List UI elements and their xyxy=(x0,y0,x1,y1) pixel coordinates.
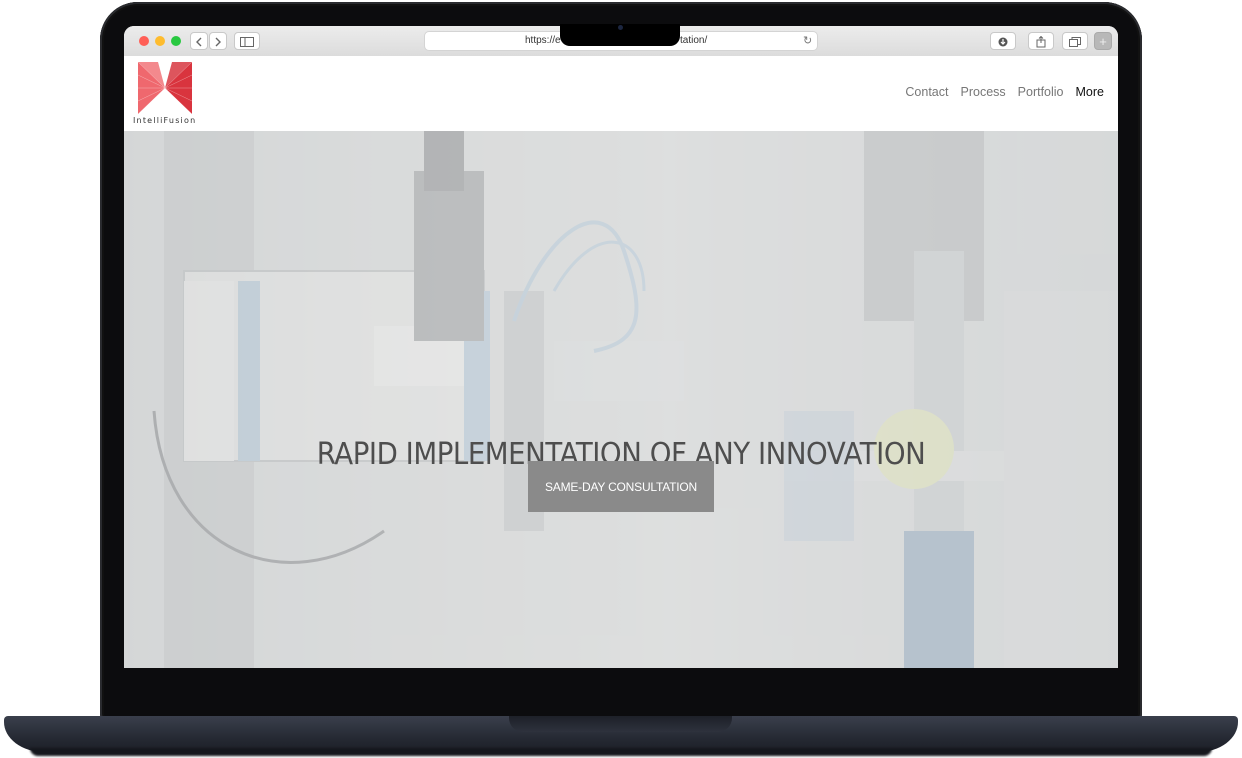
url-text-end: tation/ xyxy=(680,35,708,46)
forward-button[interactable] xyxy=(209,32,227,50)
sidebar-button[interactable] xyxy=(234,32,260,50)
url-text-start: https://e xyxy=(525,35,561,46)
share-icon xyxy=(1036,35,1046,48)
hero-background-image xyxy=(124,131,1118,668)
reload-icon[interactable]: ↻ xyxy=(803,32,812,50)
downloads-button[interactable] xyxy=(990,32,1016,50)
sidebar-icon xyxy=(240,37,254,47)
new-tab-icon: + xyxy=(1099,34,1107,49)
chevron-left-icon xyxy=(196,37,202,47)
tabs-button[interactable] xyxy=(1062,32,1088,50)
nav-link-more[interactable]: More xyxy=(1076,85,1104,99)
intellifusion-logo[interactable] xyxy=(138,62,192,114)
nav-link-contact[interactable]: Contact xyxy=(905,85,948,99)
nav-link-portfolio[interactable]: Portfolio xyxy=(1018,85,1064,99)
tabs-icon xyxy=(1069,37,1081,47)
screen: https://e tation/ ↻ + IntelliFusion Cont… xyxy=(124,26,1118,668)
camera-icon xyxy=(618,25,623,30)
chevron-right-icon xyxy=(215,37,221,47)
close-window-button[interactable] xyxy=(139,36,149,46)
main-nav: Contact Process Portfolio More xyxy=(905,85,1104,99)
zoom-window-button[interactable] xyxy=(171,36,181,46)
same-day-consultation-button[interactable]: SAME-DAY CONSULTATION xyxy=(528,461,714,512)
laptop-base-edge xyxy=(30,748,1212,756)
back-button[interactable] xyxy=(190,32,208,50)
brand-name: IntelliFusion xyxy=(133,116,197,125)
minimize-window-button[interactable] xyxy=(155,36,165,46)
share-button[interactable] xyxy=(1028,32,1054,50)
laptop-opening-notch xyxy=(509,716,732,732)
hero-section: RAPID IMPLEMENTATION OF ANY INNOVATION S… xyxy=(124,131,1118,668)
download-icon xyxy=(998,37,1008,47)
site-header: IntelliFusion Contact Process Portfolio … xyxy=(124,56,1118,131)
nav-link-process[interactable]: Process xyxy=(961,85,1006,99)
new-tab-button[interactable]: + xyxy=(1094,32,1112,50)
